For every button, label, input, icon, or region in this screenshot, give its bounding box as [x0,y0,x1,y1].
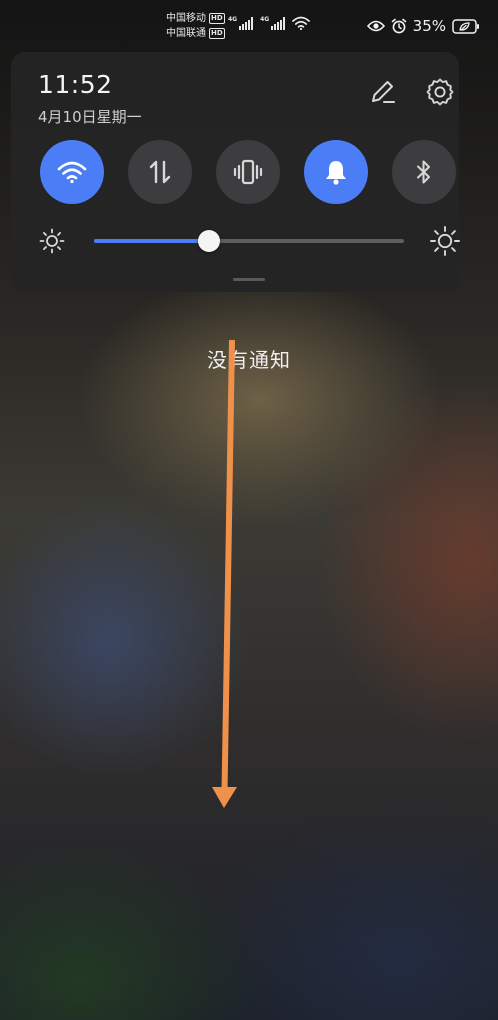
vibrate-icon [233,159,263,185]
alarm-icon [391,18,406,34]
signal-bars-icon [239,17,254,30]
settings-button[interactable] [424,76,456,108]
carrier-2-label: 中国联通 [166,28,206,39]
edit-button[interactable] [367,76,399,108]
brightness-slider[interactable] [94,230,404,252]
brightness-slider-fill [94,239,209,243]
carrier-1-label: 中国移动 [166,13,206,24]
brightness-low-icon [39,228,65,254]
date-label: 4月10日星期一 [38,108,142,126]
bluetooth-icon [417,160,430,184]
gear-icon [426,78,454,106]
hd-badge: HD [209,13,225,24]
bell-icon [326,161,346,185]
clock-time: 11:52 [38,70,113,99]
network-1-label: 4G [228,16,238,23]
brightness-control [39,226,460,256]
data-transfer-icon [149,160,171,184]
quick-settings-panel: 11:52 4月10日星期一 [11,52,460,292]
sound-toggle[interactable] [304,140,368,204]
status-bar: 中国移动 HD 中国联通 HD 4G 4G 35% [0,0,498,48]
network-2-label: 4G [260,16,270,23]
eye-icon [366,20,385,32]
bluetooth-toggle[interactable] [392,140,456,204]
panel-drag-handle[interactable] [233,278,265,281]
wifi-icon [57,161,87,184]
brightness-slider-thumb[interactable] [197,230,220,252]
pencil-icon [372,81,395,103]
signal-indicators: 4G 4G [228,16,311,30]
no-notifications-text: 没有通知 [207,348,291,372]
signal-bars-icon [271,17,286,30]
vibrate-toggle[interactable] [216,140,280,204]
carrier-info: 中国移动 HD 中国联通 HD [166,11,225,41]
mobile-data-toggle[interactable] [128,140,192,204]
wifi-toggle[interactable] [40,140,104,204]
quick-toggle-row [40,140,456,204]
brightness-high-icon [430,226,460,256]
status-right-group: 35% [366,17,480,35]
wifi-icon [292,16,311,30]
hd-badge: HD [209,28,225,39]
battery-percent: 35% [412,17,446,35]
battery-icon [452,18,479,34]
